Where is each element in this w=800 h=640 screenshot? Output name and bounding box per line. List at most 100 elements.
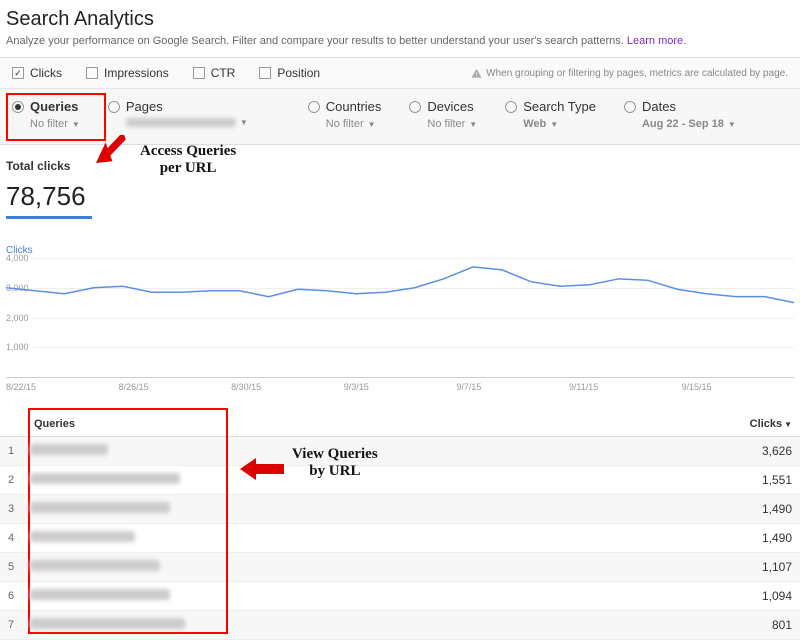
warning-text: When grouping or filtering by pages, met… bbox=[486, 68, 788, 79]
row-index: 2 bbox=[8, 474, 30, 486]
clicks-cell: 1,490 bbox=[762, 531, 792, 545]
chevron-down-icon: ▼ bbox=[368, 120, 376, 129]
blurred-text bbox=[126, 118, 236, 127]
clicks-cell: 1,094 bbox=[762, 589, 792, 603]
radio-icon bbox=[505, 101, 517, 113]
col-queries[interactable]: Queries bbox=[34, 418, 75, 430]
totals-label: Total clicks bbox=[6, 159, 794, 173]
dimension-pages[interactable]: Pages ▼ bbox=[108, 99, 308, 130]
toolbar: ✓ Clicks Impressions CTR Position When g… bbox=[0, 57, 800, 145]
checkbox-icon bbox=[86, 67, 98, 79]
dimension-search-type[interactable]: Search Type Web ▼ bbox=[505, 99, 624, 130]
dimension-queries[interactable]: Queries No filter ▼ bbox=[12, 99, 108, 130]
learn-more-link[interactable]: Learn more bbox=[627, 35, 683, 47]
col-clicks[interactable]: Clicks▼ bbox=[750, 418, 792, 430]
page-title: Search Analytics bbox=[6, 8, 794, 31]
dim-sub: No filter bbox=[326, 118, 364, 130]
dim-label: Pages bbox=[126, 99, 163, 114]
queries-table: View Queries by URL Queries Clicks▼ 13,6… bbox=[0, 412, 800, 640]
row-index: 3 bbox=[8, 503, 30, 515]
metric-label: Clicks bbox=[30, 66, 62, 80]
subtitle-text: Analyze your performance on Google Searc… bbox=[6, 35, 627, 47]
clicks-cell: 1,551 bbox=[762, 473, 792, 487]
metrics-row: ✓ Clicks Impressions CTR Position When g… bbox=[0, 58, 800, 89]
dim-label: Dates bbox=[642, 99, 676, 114]
row-index: 1 bbox=[8, 445, 30, 457]
table-row[interactable]: 5 1,107 bbox=[0, 553, 800, 582]
chart-title: Clicks bbox=[0, 243, 800, 258]
line-chart[interactable]: 1,0002,0003,0004,000 bbox=[6, 258, 794, 378]
page-header: Search Analytics Analyze your performanc… bbox=[0, 0, 800, 57]
chart-area: Clicks 1,0002,0003,0004,000 8/22/158/26/… bbox=[0, 243, 800, 392]
metric-label: Impressions bbox=[104, 66, 169, 80]
query-cell bbox=[30, 473, 180, 487]
query-cell bbox=[30, 589, 170, 603]
row-index: 7 bbox=[8, 619, 30, 631]
dimension-devices[interactable]: Devices No filter ▼ bbox=[409, 99, 505, 130]
blurred-text bbox=[30, 589, 170, 600]
blurred-text bbox=[30, 473, 180, 484]
table-row[interactable]: 3 1,490 bbox=[0, 495, 800, 524]
metric-impressions[interactable]: Impressions bbox=[86, 66, 169, 80]
dim-sub: No filter bbox=[427, 118, 465, 130]
chevron-down-icon: ▼ bbox=[72, 120, 80, 129]
chart-line bbox=[6, 258, 794, 377]
row-index: 4 bbox=[8, 532, 30, 544]
query-cell bbox=[30, 560, 160, 574]
dimension-dates[interactable]: Dates Aug 22 - Sep 18 ▼ bbox=[624, 99, 764, 130]
chevron-down-icon: ▼ bbox=[550, 120, 558, 129]
query-cell bbox=[30, 618, 185, 632]
radio-icon bbox=[624, 101, 636, 113]
dimensions-row: Queries No filter ▼ Pages ▼ Countries No … bbox=[0, 89, 800, 144]
metric-clicks[interactable]: ✓ Clicks bbox=[12, 66, 62, 80]
totals-block: Total clicks 78,756 bbox=[0, 145, 800, 225]
table-row[interactable]: 4 1,490 bbox=[0, 524, 800, 553]
clicks-cell: 3,626 bbox=[762, 444, 792, 458]
radio-icon bbox=[308, 101, 320, 113]
dim-label: Search Type bbox=[523, 99, 596, 114]
dimension-countries[interactable]: Countries No filter ▼ bbox=[308, 99, 410, 130]
table-header: Queries Clicks▼ bbox=[0, 412, 800, 437]
warning-icon bbox=[471, 68, 482, 79]
blurred-text bbox=[30, 444, 108, 455]
table-row[interactable]: 6 1,094 bbox=[0, 582, 800, 611]
clicks-cell: 1,107 bbox=[762, 560, 792, 574]
checkbox-icon bbox=[259, 67, 271, 79]
page-subtitle: Analyze your performance on Google Searc… bbox=[6, 35, 794, 47]
metric-position[interactable]: Position bbox=[259, 66, 320, 80]
dim-sub: No filter bbox=[30, 118, 68, 130]
blurred-text bbox=[30, 502, 170, 513]
dim-label: Queries bbox=[30, 99, 78, 114]
table-row[interactable]: 2 1,551 bbox=[0, 466, 800, 495]
sort-desc-icon: ▼ bbox=[784, 420, 792, 429]
clicks-cell: 801 bbox=[772, 618, 792, 632]
row-index: 6 bbox=[8, 590, 30, 602]
radio-selected-icon bbox=[12, 101, 24, 113]
dim-sub: Web bbox=[523, 118, 546, 130]
chevron-down-icon: ▼ bbox=[728, 120, 736, 129]
blurred-text bbox=[30, 531, 135, 542]
checkbox-checked-icon: ✓ bbox=[12, 67, 24, 79]
checkbox-icon bbox=[193, 67, 205, 79]
dim-label: Devices bbox=[427, 99, 473, 114]
radio-icon bbox=[409, 101, 421, 113]
dim-sub: Aug 22 - Sep 18 bbox=[642, 118, 724, 130]
blurred-text bbox=[30, 560, 160, 571]
totals-value: 78,756 bbox=[6, 181, 92, 219]
query-cell bbox=[30, 444, 108, 458]
row-index: 5 bbox=[8, 561, 30, 573]
query-cell bbox=[30, 531, 135, 545]
metric-ctr[interactable]: CTR bbox=[193, 66, 236, 80]
metric-label: Position bbox=[277, 66, 320, 80]
metric-label: CTR bbox=[211, 66, 236, 80]
radio-icon bbox=[108, 101, 120, 113]
clicks-cell: 1,490 bbox=[762, 502, 792, 516]
dim-label: Countries bbox=[326, 99, 382, 114]
table-row[interactable]: 1 3,626 bbox=[0, 437, 800, 466]
chevron-down-icon: ▼ bbox=[240, 118, 248, 127]
chevron-down-icon: ▼ bbox=[469, 120, 477, 129]
blurred-text bbox=[30, 618, 185, 629]
chart-x-labels: 8/22/158/26/158/30/159/3/159/7/159/11/15… bbox=[6, 382, 794, 392]
warning-note: When grouping or filtering by pages, met… bbox=[471, 68, 788, 79]
table-row[interactable]: 7 801 bbox=[0, 611, 800, 640]
